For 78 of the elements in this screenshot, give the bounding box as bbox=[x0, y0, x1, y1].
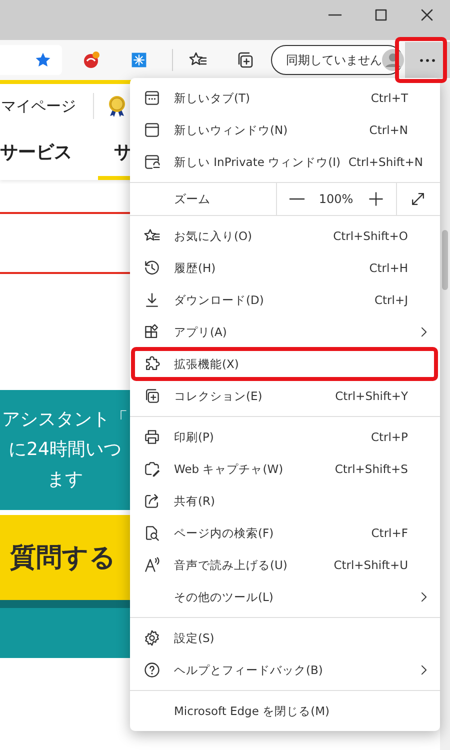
menu-item-label: 印刷(P) bbox=[174, 430, 215, 444]
menu-item-label: Web キャプチャ(W) bbox=[174, 462, 284, 476]
favorite-star-icon[interactable] bbox=[34, 51, 52, 69]
shortcut-text: Ctrl+Shift+S bbox=[334, 462, 408, 476]
collections-icon bbox=[143, 387, 161, 405]
menu-item[interactable]: ヘルプとフィードバック(B) bbox=[130, 654, 440, 686]
find-icon bbox=[143, 524, 161, 542]
menu-item[interactable]: ページ内の検索(F) Ctrl+F bbox=[130, 517, 440, 549]
extension-icon[interactable] bbox=[130, 51, 148, 69]
profile-button[interactable]: 同期していません bbox=[270, 45, 403, 75]
share-icon bbox=[143, 492, 161, 510]
menu-item-label: 新しいタブ(T) bbox=[174, 90, 251, 106]
menu-item-label: アプリ(A) bbox=[174, 324, 228, 340]
menu-item[interactable]: 音声で読み上げる(U) Ctrl+Shift+U bbox=[130, 549, 440, 581]
menu-item-label: 音声で読み上げる(U) bbox=[174, 558, 288, 572]
nav-tab[interactable]: サービス bbox=[0, 128, 98, 180]
capture-icon bbox=[143, 460, 161, 478]
menu-item[interactable]: 履歴(H) Ctrl+H bbox=[130, 252, 440, 284]
menu-item[interactable]: その他のツール(L) bbox=[130, 581, 440, 613]
menu-item-label: ページ内の検索(F) bbox=[174, 526, 275, 540]
my-page-link[interactable]: マイページ bbox=[1, 96, 76, 116]
apps-icon bbox=[143, 323, 161, 341]
shortcut-text: Ctrl+Shift+Y bbox=[335, 389, 408, 403]
plus-icon bbox=[367, 190, 385, 208]
menu-item[interactable]: 共有(R) bbox=[130, 485, 440, 517]
minus-icon bbox=[288, 198, 304, 200]
menu-item[interactable]: 設定(S) bbox=[130, 622, 440, 654]
shortcut-text: Ctrl+P bbox=[370, 430, 408, 444]
download-icon bbox=[143, 291, 161, 309]
menu-item[interactable]: ダウンロード(D) Ctrl+J bbox=[130, 284, 440, 316]
banner-text: アシスタント「 bbox=[2, 408, 128, 432]
shortcut-text: Ctrl+Shift+O bbox=[333, 229, 408, 243]
expand-icon bbox=[409, 190, 427, 208]
private-window-icon bbox=[143, 153, 161, 171]
shortcut-text: Ctrl+Shift+N bbox=[348, 155, 423, 169]
menu-item-label: 新しいウィンドウ(N) bbox=[174, 122, 289, 138]
menu-item[interactable]: コレクション(E) Ctrl+Shift+Y bbox=[130, 380, 440, 412]
avatar-icon bbox=[382, 49, 404, 71]
shortcut-text: Ctrl+F bbox=[371, 526, 408, 540]
shortcut-text: Ctrl+H bbox=[369, 261, 408, 275]
menu-item-label: コレクション(E) bbox=[174, 388, 264, 404]
menu-item[interactable]: Web キャプチャ(W) Ctrl+Shift+S bbox=[130, 453, 440, 485]
scrollbar-thumb[interactable] bbox=[442, 230, 448, 290]
menu-item-label: 共有(R) bbox=[174, 494, 216, 508]
menu-item-label: お気に入り(O) bbox=[174, 228, 254, 244]
window-icon bbox=[143, 121, 161, 139]
menu-item[interactable]: お気に入り(O) Ctrl+Shift+O bbox=[130, 220, 440, 252]
menu-item[interactable]: 拡張機能(X) bbox=[130, 348, 440, 380]
menu-item-label: Microsoft Edge を閉じる(M) bbox=[174, 704, 330, 718]
history-icon bbox=[143, 259, 161, 277]
settings-icon bbox=[143, 629, 161, 647]
menu-item[interactable]: Microsoft Edge を閉じる(M) bbox=[130, 695, 440, 727]
menu-item-label: 履歴(H) bbox=[174, 260, 217, 276]
more-icon bbox=[420, 58, 435, 62]
zoom-label: ズーム bbox=[173, 190, 211, 208]
zoom-level: 100% bbox=[318, 191, 354, 208]
menu-item-label: 設定(S) bbox=[174, 630, 216, 646]
read-aloud-icon bbox=[143, 556, 161, 574]
banner-text: に24時間いつ bbox=[8, 438, 122, 462]
menu-item-label: 拡張機能(X) bbox=[174, 356, 240, 372]
shortcut-text: Ctrl+Shift+U bbox=[334, 558, 408, 572]
puzzle-icon bbox=[143, 355, 161, 373]
shortcut-text: Ctrl+J bbox=[374, 293, 408, 307]
address-field[interactable] bbox=[0, 45, 62, 75]
printer-icon bbox=[143, 428, 161, 446]
banner-text: ます bbox=[47, 468, 83, 492]
menu-item[interactable]: 印刷(P) Ctrl+P bbox=[130, 421, 440, 453]
new-tab-icon bbox=[143, 89, 161, 107]
menu-item[interactable]: 新しいタブ(T) Ctrl+T bbox=[130, 82, 440, 114]
help-icon bbox=[143, 661, 161, 679]
shortcut-text: Ctrl+T bbox=[370, 91, 408, 105]
menu-item-label: その他のツール(L) bbox=[174, 590, 274, 604]
menu-item-label: ダウンロード(D) bbox=[174, 292, 265, 308]
menu-item-label: ヘルプとフィードバック(B) bbox=[174, 662, 324, 678]
menu-item-label: 新しい InPrivate ウィンドウ(I) bbox=[174, 154, 340, 170]
menu-item[interactable]: アプリ(A) bbox=[130, 316, 440, 348]
shortcut-text: Ctrl+N bbox=[369, 123, 408, 137]
more-button[interactable] bbox=[404, 42, 450, 78]
